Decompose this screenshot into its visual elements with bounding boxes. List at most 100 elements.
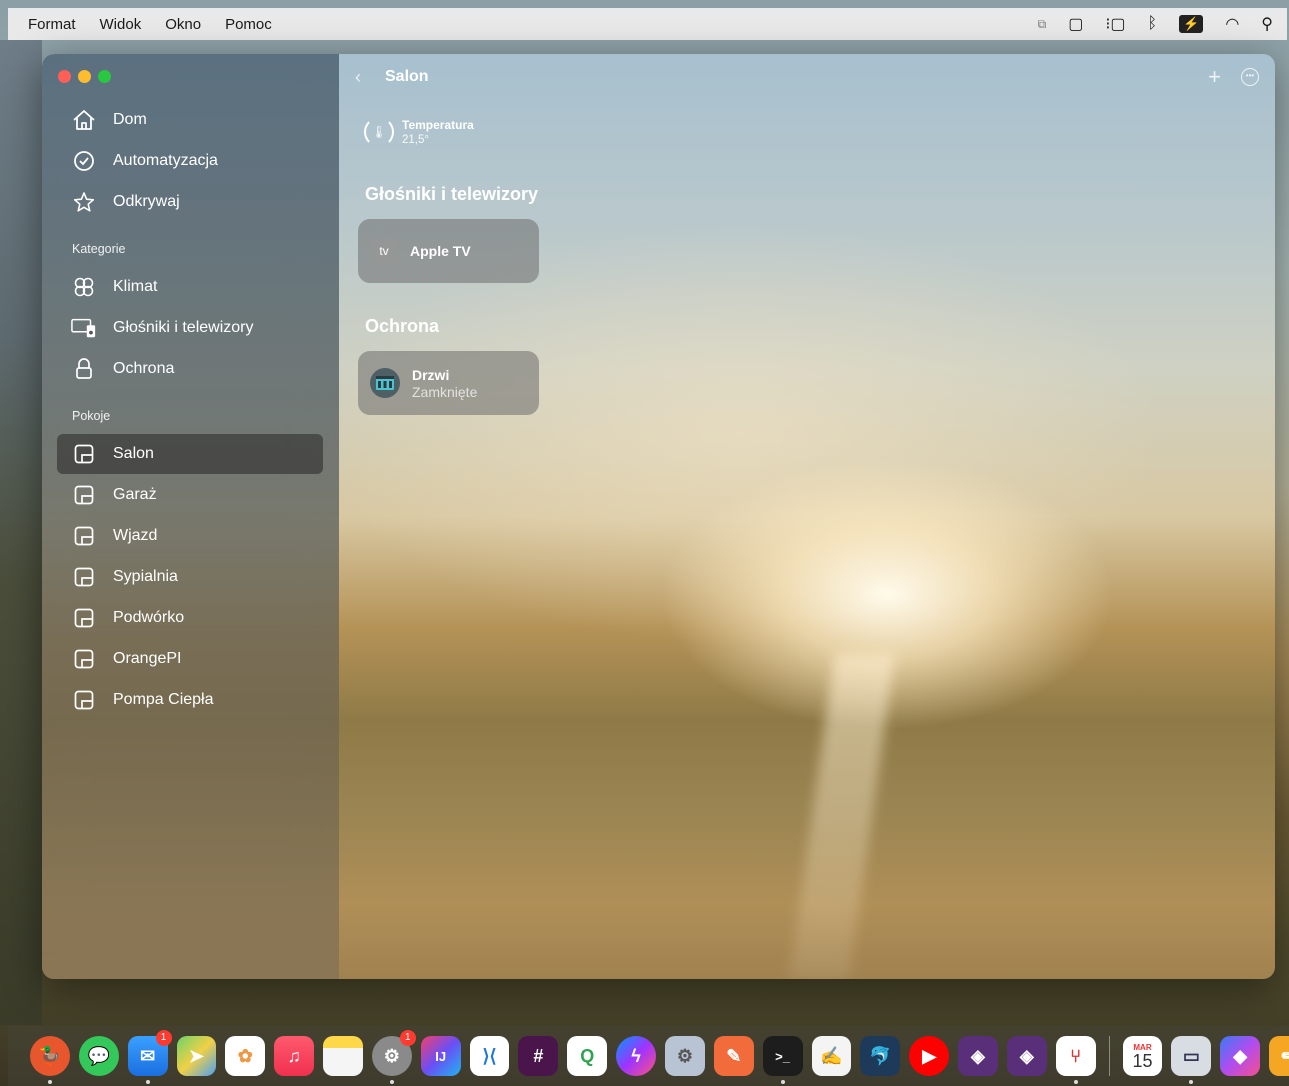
sidebar-item-dom[interactable]: Dom xyxy=(57,100,323,140)
house-icon xyxy=(71,107,97,133)
clock-check-icon xyxy=(71,148,97,174)
sidebar-item-orangepi[interactable]: OrangePI xyxy=(57,639,323,679)
menu-widok[interactable]: Widok xyxy=(100,16,142,33)
status-area: ⧉ ▢ ⁝▢ ᛒ ⚡ ◠ ⚲ xyxy=(1038,8,1273,40)
sidebar-item-sypialnia[interactable]: Sypialnia xyxy=(57,557,323,597)
section-title-security: Ochrona xyxy=(365,316,440,336)
sidebar-item-automatyzacja[interactable]: Automatyzacja xyxy=(57,141,323,181)
calendar-icon[interactable]: MAR 15 xyxy=(1122,1036,1163,1076)
menu-format[interactable]: Format xyxy=(28,16,76,33)
utility-gear-icon[interactable]: ⚙ xyxy=(664,1036,705,1076)
tile-status: Zamknięte xyxy=(412,383,478,400)
sidebar-item-wjazd[interactable]: Wjazd xyxy=(57,516,323,556)
sidebar-item-salon[interactable]: Salon xyxy=(57,434,323,474)
sidebar-item-label: Podwórko xyxy=(113,609,185,626)
wifi-icon[interactable]: ◠ xyxy=(1225,14,1239,34)
settings-badge: 1 xyxy=(399,1030,416,1046)
apple-tv-tile[interactable]: tv Apple TV xyxy=(358,219,539,283)
mysql-workbench-icon[interactable]: 🐬 xyxy=(860,1036,901,1076)
preview-icon[interactable]: ▭ xyxy=(1171,1036,1212,1084)
sidebar-item-label: Pompa Ciepła xyxy=(113,691,214,708)
intellij-icon[interactable]: IJ xyxy=(420,1036,461,1076)
sidebar-item-garaz[interactable]: Garaż xyxy=(57,475,323,515)
git-tool-icon[interactable]: ⑂ xyxy=(1055,1036,1096,1084)
rooms-heading: Pokoje xyxy=(72,409,111,423)
qgis-icon[interactable]: Q xyxy=(567,1036,608,1076)
apple-tv-icon: tv xyxy=(370,239,398,263)
screen-mirroring-icon[interactable]: ▢ xyxy=(1068,14,1083,34)
duckduckgo-icon[interactable]: 🦆 xyxy=(30,1036,70,1084)
section-title-speakers: Głośniki i telewizory xyxy=(365,184,539,204)
terminal-icon[interactable]: >_ xyxy=(762,1036,803,1084)
dock: 🦆 💬 ✉ 1 ➤ ✿ ♫ ⚙ 1 IJ ⟩⟨ # Q ϟ ⚙ ✎ >_ ✍ 🐬 ▶… xyxy=(8,1026,1289,1086)
add-button[interactable]: + xyxy=(1208,64,1221,90)
photos-icon[interactable]: ✿ xyxy=(225,1036,266,1076)
sidebar-item-label: Automatyzacja xyxy=(113,152,218,169)
mail-badge: 1 xyxy=(155,1030,172,1046)
room-title: Salon xyxy=(385,68,429,85)
back-chevron-icon[interactable]: ‹ xyxy=(355,67,361,88)
pen-app-icon[interactable]: ✎ xyxy=(713,1036,754,1076)
sidebar-item-label: Dom xyxy=(113,111,147,128)
sidebar-item-label: Odkrywaj xyxy=(113,193,180,210)
calendar-day: 15 xyxy=(1132,1050,1153,1071)
vpn-app-2-icon[interactable]: ◈ xyxy=(1006,1036,1047,1076)
keyboard-icon[interactable]: ⧉ xyxy=(1038,17,1047,32)
sidebar-item-label: Głośniki i telewizory xyxy=(113,319,254,336)
close-window-button[interactable] xyxy=(58,70,71,83)
text-edit-icon[interactable]: ✍ xyxy=(811,1036,852,1076)
sidebar-item-label: Klimat xyxy=(113,278,158,295)
thermometer-icon: 🌡︎ xyxy=(364,117,394,147)
more-options-icon[interactable]: ••• xyxy=(1241,68,1259,86)
menu-bar: Format Widok Okno Pomoc ⧉ ▢ ⁝▢ ᛒ ⚡ ◠ ⚲ xyxy=(8,8,1287,40)
fan-icon xyxy=(71,274,97,300)
sidebar: Dom Automatyzacja Odkrywaj Kategorie Kli… xyxy=(42,54,339,979)
sidebar-item-podworko[interactable]: Podwórko xyxy=(57,598,323,638)
mail-icon[interactable]: ✉ 1 xyxy=(127,1030,172,1084)
sidebar-item-odkrywaj[interactable]: Odkrywaj xyxy=(57,182,323,222)
notes-icon[interactable] xyxy=(323,1036,363,1076)
vscode-icon[interactable]: ⟩⟨ xyxy=(469,1036,510,1076)
background-window xyxy=(0,40,42,1025)
sidebar-item-label: Garaż xyxy=(113,486,157,503)
menu-okno[interactable]: Okno xyxy=(165,16,201,33)
room-icon xyxy=(71,482,97,508)
sidebar-item-ochrona[interactable]: Ochrona xyxy=(57,349,323,389)
sidebar-item-glosniki[interactable]: Głośniki i telewizory xyxy=(57,308,323,348)
temperature-status[interactable]: 🌡︎ Temperatura 21,5° xyxy=(364,117,474,147)
messenger-icon[interactable]: ϟ xyxy=(616,1036,656,1076)
home-app-window: Dom Automatyzacja Odkrywaj Kategorie Kli… xyxy=(42,54,1275,979)
door-tile[interactable]: Drzwi Zamknięte xyxy=(358,351,539,415)
bluetooth-icon[interactable]: ᛒ xyxy=(1148,15,1158,33)
sidebar-item-label: Ochrona xyxy=(113,360,175,377)
room-icon xyxy=(71,564,97,590)
dock-separator xyxy=(1108,1036,1110,1076)
door-icon xyxy=(370,368,400,398)
battery-icon[interactable]: ⚡ xyxy=(1179,15,1204,33)
sidebar-item-label: OrangePI xyxy=(113,650,182,667)
music-icon[interactable]: ♫ xyxy=(274,1036,315,1076)
room-icon xyxy=(71,441,97,467)
maps-icon[interactable]: ➤ xyxy=(176,1036,217,1076)
youtube-music-icon[interactable]: ▶ xyxy=(909,1036,950,1076)
shortcuts-icon[interactable]: ◆ xyxy=(1220,1036,1261,1076)
room-icon xyxy=(71,605,97,631)
menu-pomoc[interactable]: Pomoc xyxy=(225,16,272,33)
sidebar-item-label: Salon xyxy=(113,445,154,462)
vpn-app-icon[interactable]: ◈ xyxy=(958,1036,998,1076)
minimize-window-button[interactable] xyxy=(78,70,91,83)
sidebar-item-pompa-ciepla[interactable]: Pompa Ciepła xyxy=(57,680,323,720)
zoom-window-button[interactable] xyxy=(98,70,111,83)
sidebar-item-label: Wjazd xyxy=(113,527,158,544)
messages-icon[interactable]: 💬 xyxy=(78,1036,119,1076)
tile-name: Drzwi xyxy=(412,366,450,383)
spotlight-search-icon[interactable]: ⚲ xyxy=(1261,14,1273,34)
pencil-app-icon[interactable]: ✏ xyxy=(1269,1036,1289,1076)
tile-name: Apple TV xyxy=(410,243,471,259)
stage-manager-icon[interactable]: ⁝▢ xyxy=(1105,14,1125,34)
slack-icon[interactable]: # xyxy=(518,1036,559,1076)
categories-heading: Kategorie xyxy=(72,242,126,256)
temperature-label: Temperatura xyxy=(402,118,474,132)
system-settings-icon[interactable]: ⚙ 1 xyxy=(371,1030,416,1084)
sidebar-item-klimat[interactable]: Klimat xyxy=(57,267,323,307)
